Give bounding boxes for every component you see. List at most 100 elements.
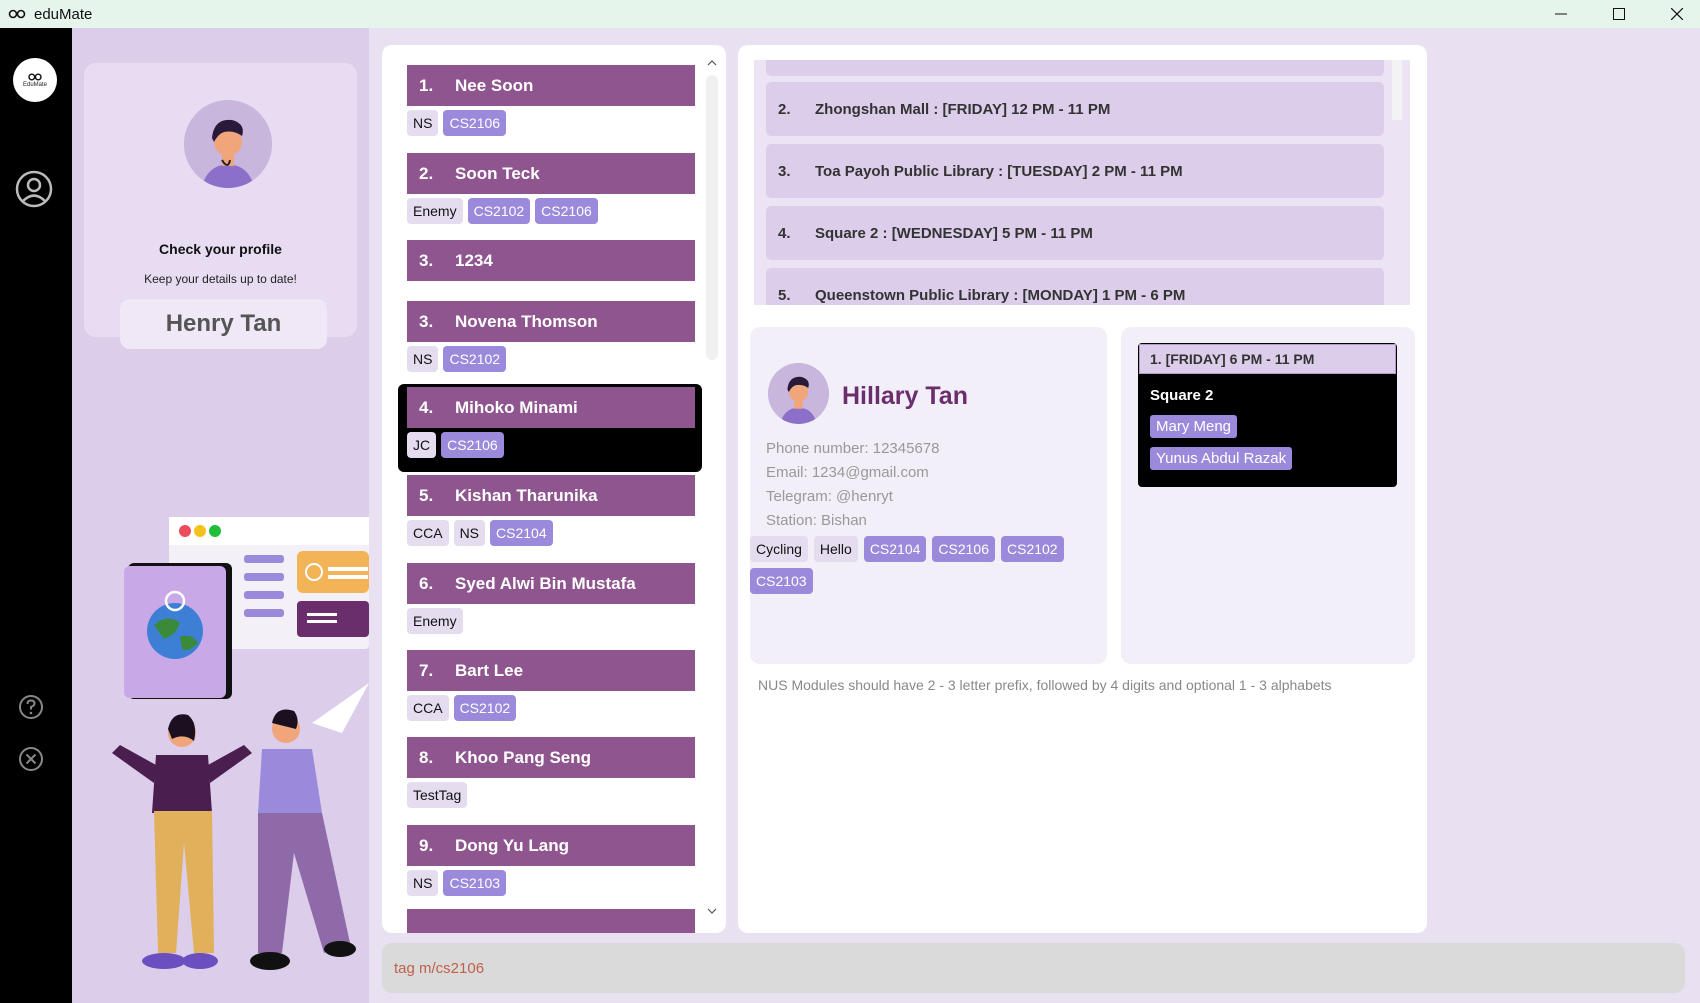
list-item[interactable]: 5. Queenstown Public Library : [MONDAY] 1… (766, 268, 1384, 305)
meetup-location: Square 2 (1150, 387, 1214, 404)
contact-name: Bart Lee (455, 660, 524, 680)
study-spot-index: 2. (778, 100, 791, 118)
list-item[interactable]: 6. Syed Alwi Bin Mustafa Enemy (407, 563, 695, 634)
contact-tags: NS CS2106 (407, 110, 695, 136)
study-spot-index: 5. (778, 286, 791, 304)
scroll-down-button[interactable] (706, 905, 718, 917)
avatar (768, 363, 829, 424)
list-item[interactable]: 5. Kishan Tharunika CCA NS CS2104 (407, 475, 695, 546)
contact-list-panel[interactable]: 1. Nee Soon NS CS2106 2. Soon Teck Enemy CS2102… (382, 45, 726, 933)
tag: Cycling (750, 536, 808, 562)
close-icon (1671, 8, 1683, 20)
profile-name[interactable]: Henry Tan (120, 299, 327, 349)
glasses-icon (28, 72, 42, 81)
meetup-time: 1. [FRIDAY] 6 PM - 11 PM (1139, 344, 1396, 374)
contact-index: 9. (419, 835, 434, 855)
check-profile-title: Check your profile (159, 241, 282, 257)
avatar-illustration (184, 100, 272, 188)
help-icon (19, 695, 43, 719)
app-logo[interactable]: EduMate (13, 58, 57, 102)
contact-name-bar: 8. Khoo Pang Seng (407, 737, 695, 778)
contact-index: 2. (419, 163, 434, 183)
nav-sidebar: EduMate (0, 28, 72, 1003)
chevron-down-icon (707, 908, 717, 914)
list-item[interactable]: 1. Nee Soon NS CS2106 (407, 65, 695, 136)
study-spot-index: 4. (778, 224, 791, 242)
contact-name: Novena Thomson (455, 311, 598, 331)
chevron-up-icon (707, 60, 717, 66)
profile-panel: Check your profile Keep your details up … (72, 28, 369, 1003)
study-spot-list[interactable]: 2. Zhongshan Mall : [FRIDAY] 12 PM - 11 P… (754, 60, 1410, 305)
list-item[interactable]: 2. Zhongshan Mall : [FRIDAY] 12 PM - 11 P… (766, 82, 1384, 136)
contact-name-bar: 9. Dong Yu Lang (407, 825, 695, 866)
module-tag: CS2102 (1001, 536, 1064, 562)
contact-name-bar: 6. Syed Alwi Bin Mustafa (407, 563, 695, 604)
tag: NS (407, 110, 439, 136)
module-tag: CS2103 (443, 870, 507, 896)
list-item[interactable]: 3. Novena Thomson NS CS2102 (407, 301, 695, 372)
profile-card[interactable]: Check your profile Keep your details up … (84, 63, 357, 349)
command-input[interactable]: tag m/cs2106 (382, 943, 1685, 993)
contact-index: 4. (419, 397, 434, 417)
contact-index: 1. (419, 75, 434, 95)
module-tag: CS2103 (750, 568, 813, 594)
contact-tags: JC CS2106 (407, 432, 695, 458)
contact-name-bar: 2. Soon Teck (407, 153, 695, 194)
list-item[interactable]: 2. Soon Teck Enemy CS2102 CS2106 (407, 153, 695, 224)
tag: NS (453, 520, 486, 546)
maximize-button[interactable] (1590, 0, 1648, 28)
exit-button[interactable] (18, 746, 44, 772)
contact-index: 8. (419, 747, 434, 767)
module-tag: CS2102 (467, 198, 531, 224)
list-item[interactable]: 7. Bart Lee CCA CS2102 (407, 650, 695, 721)
tag: CCA (407, 520, 449, 546)
list-item[interactable]: 8. Khoo Pang Seng TestTag (407, 737, 695, 808)
list-item[interactable]: 3. Toa Payoh Public Library : [TUESDAY] 2… (766, 144, 1384, 198)
glasses-icon (8, 9, 26, 19)
contact-list-scrollbar[interactable] (706, 75, 718, 360)
study-spot-index: 3. (778, 162, 791, 180)
minimize-button[interactable] (1532, 0, 1590, 28)
contact-tags: CCA CS2102 (407, 695, 695, 721)
minimize-icon (1555, 13, 1567, 15)
module-tag: CS2106 (535, 198, 598, 224)
contact-name: Khoo Pang Seng (455, 747, 591, 767)
study-spot-scrollbar[interactable] (1392, 60, 1402, 120)
close-window-button[interactable] (1648, 0, 1700, 28)
contact-tags: TestTag (407, 782, 695, 808)
module-tag: CS2102 (443, 346, 507, 372)
person-telegram: Telegram: @henryt (766, 488, 893, 505)
list-item[interactable]: 4. Mihoko Minami JC CS2106 (407, 387, 695, 458)
avatar (184, 100, 272, 188)
contact-name-bar: 4. Mihoko Minami (407, 387, 695, 428)
contact-name: 1234 (455, 250, 493, 270)
contact-name-bar: 3. Novena Thomson (407, 301, 695, 342)
user-icon (15, 170, 53, 208)
person-phone: Phone number: 12345678 (766, 440, 940, 457)
list-item[interactable]: 3. 1234 (407, 240, 695, 281)
contact-tags: NS CS2102 (407, 346, 695, 372)
meetup-item[interactable]: 1. [FRIDAY] 6 PM - 11 PM Square 2 Mary M… (1138, 343, 1397, 487)
meetup-card: 1. [FRIDAY] 6 PM - 11 PM Square 2 Mary M… (1121, 327, 1415, 664)
profile-nav-button[interactable] (15, 170, 53, 208)
module-tag: CS2106 (441, 432, 504, 458)
scroll-up-button[interactable] (706, 57, 718, 69)
tag: JC (407, 432, 437, 458)
person-tags: Cycling Hello CS2104 CS2106 CS2102 CS2103 (750, 536, 1080, 594)
module-tag: CS2104 (490, 520, 553, 546)
logo-text: EduMate (22, 81, 47, 88)
person-name: Hillary Tan (842, 382, 968, 410)
list-item[interactable]: 9. Dong Yu Lang NS CS2103 (407, 825, 695, 896)
list-item[interactable] (766, 60, 1384, 76)
help-button[interactable] (18, 694, 44, 720)
contact-index: 7. (419, 660, 434, 680)
module-tag: CS2104 (863, 536, 927, 562)
contact-name-bar: 5. Kishan Tharunika (407, 475, 695, 516)
contact-name: Mihoko Minami (455, 397, 578, 417)
title-bar: eduMate (0, 0, 1700, 28)
list-item[interactable] (407, 909, 695, 933)
study-spot-text: Queenstown Public Library : [MONDAY] 1 P… (815, 286, 1186, 304)
person-card: Hillary Tan Phone number: 12345678 Email… (750, 327, 1107, 664)
list-item[interactable]: 4. Square 2 : [WEDNESDAY] 5 PM - 11 PM (766, 206, 1384, 260)
result-feedback: NUS Modules should have 2 - 3 letter pre… (758, 677, 1332, 693)
